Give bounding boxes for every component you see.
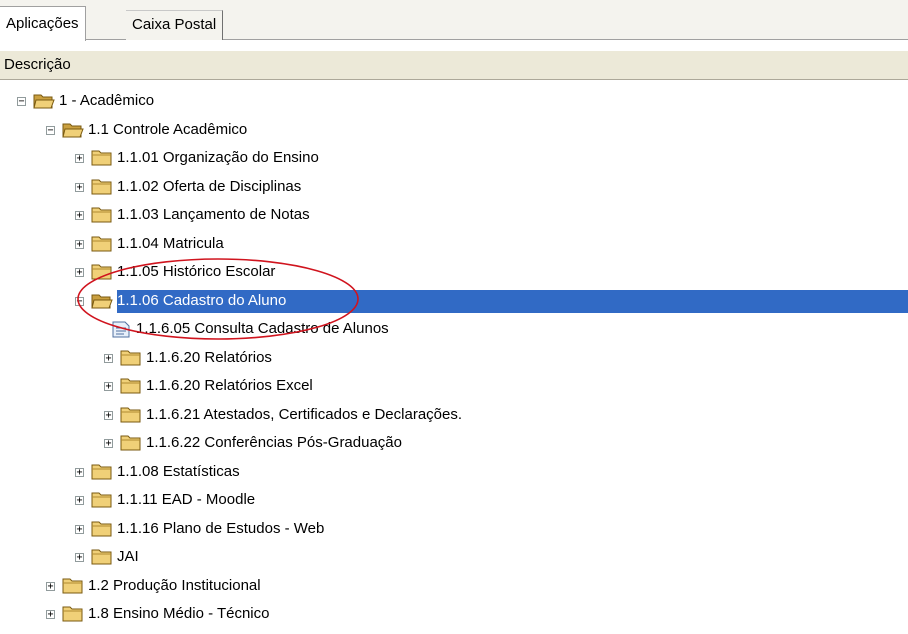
tree-item[interactable]: +1.1.6.20 Relatórios Excel xyxy=(0,372,908,400)
folder-icon xyxy=(120,376,142,396)
tree-item-label: 1.1.6.20 Relatórios xyxy=(146,348,272,366)
tree-item-label: 1 - Acadêmico xyxy=(59,92,155,109)
tree-item[interactable]: +1.1.16 Plano de Estudos - Web xyxy=(0,515,908,543)
tree-item[interactable]: +1.1.05 Histórico Escolar xyxy=(0,258,908,286)
expand-icon[interactable]: + xyxy=(104,353,113,363)
folder-icon xyxy=(91,148,113,168)
folder-icon xyxy=(62,576,84,596)
tree-item-label: 1.1.02 Oferta de Disciplinas xyxy=(117,177,302,195)
collapse-icon[interactable]: − xyxy=(17,97,26,107)
expand-icon[interactable]: + xyxy=(75,239,84,249)
folder-icon xyxy=(91,205,113,225)
expand-icon[interactable]: + xyxy=(75,154,84,164)
tab-caixa-postal[interactable]: Caixa Postal xyxy=(126,10,224,40)
tree-item-label: 1.2 Produção Institucional xyxy=(88,576,261,594)
folder-icon xyxy=(91,262,113,282)
document-icon xyxy=(110,319,132,339)
folder-icon xyxy=(91,462,113,482)
tree-item[interactable]: +1.1.6.21 Atestados, Certificados e Decl… xyxy=(0,401,908,429)
collapse-icon[interactable]: − xyxy=(75,296,84,306)
folder-icon xyxy=(120,348,142,368)
folder-icon xyxy=(91,490,113,510)
tree-item[interactable]: − 1.1 Controle Acadêmico xyxy=(0,116,908,144)
folder-open-icon xyxy=(62,120,84,140)
tree-item-label: 1.1.6.05 Consulta Cadastro de Alunos xyxy=(136,320,389,337)
tree-item-label: 1.1.11 EAD - Moodle xyxy=(117,491,256,508)
expand-icon[interactable]: + xyxy=(104,439,113,449)
folder-open-icon xyxy=(91,291,113,311)
tree-item[interactable]: +1.1.6.22 Conferências Pós-Graduação xyxy=(0,429,908,457)
tree-item[interactable]: +1.1.01 Organização do Ensino xyxy=(0,144,908,172)
folder-icon xyxy=(91,519,113,539)
folder-icon xyxy=(120,433,142,453)
expand-icon[interactable]: + xyxy=(75,524,84,534)
expand-icon[interactable]: + xyxy=(46,581,55,591)
tree-item-label: 1.1.04 Matricula xyxy=(117,234,224,252)
tab-bar: Aplicações Caixa Postal xyxy=(0,0,908,41)
tree-item[interactable]: +1.1.04 Matricula xyxy=(0,230,908,258)
expand-icon[interactable]: + xyxy=(75,268,84,278)
column-header-label: Descrição xyxy=(4,56,71,73)
tree-item[interactable]: +1.1.02 Oferta de Disciplinas xyxy=(0,173,908,201)
collapse-icon[interactable]: − xyxy=(46,125,55,135)
tree-item-label: 1.1.6.22 Conferências Pós-Graduação xyxy=(146,434,402,451)
tree-item-label: 1.1.16 Plano de Estudos - Web xyxy=(117,519,325,537)
expand-icon[interactable]: + xyxy=(104,382,113,392)
tree-item-label: 1.1.03 Lançamento de Notas xyxy=(117,206,310,223)
expand-icon[interactable]: + xyxy=(75,467,84,477)
folder-open-icon xyxy=(33,91,55,111)
tree-view[interactable]: − 1 - Acadêmico − 1.1 Controle Acadêmico +1.… xyxy=(0,84,908,622)
folder-icon xyxy=(62,604,84,624)
tree-item[interactable]: − 1.1.06 Cadastro do Aluno xyxy=(0,287,908,315)
tree-item-label: 1.1.05 Histórico Escolar xyxy=(117,263,276,280)
folder-icon xyxy=(91,234,113,254)
expand-icon[interactable]: + xyxy=(46,610,55,620)
tree-item[interactable]: + JAI xyxy=(0,543,908,571)
tree-item-label: 1.1.06 Cadastro do Aluno xyxy=(117,291,287,309)
tree-item-label: 1.1.6.21 Atestados, Certificados e Decla… xyxy=(146,405,463,423)
column-header-descricao[interactable]: Descrição xyxy=(0,50,908,80)
tree-item[interactable]: +1.8 Ensino Médio - Técnico xyxy=(0,600,908,628)
tab-label: Caixa Postal xyxy=(132,16,217,33)
tree-item[interactable]: − 1 - Acadêmico xyxy=(0,87,908,115)
tree-item[interactable]: +1.2 Produção Institucional xyxy=(0,572,908,600)
expand-icon[interactable]: + xyxy=(75,211,84,221)
tree-item[interactable]: +1.1.08 Estatísticas xyxy=(0,458,908,486)
tree-item[interactable]: +1.1.6.20 Relatórios xyxy=(0,344,908,372)
tree-item-label: 1.1.08 Estatísticas xyxy=(117,462,240,480)
tree-item-label: 1.1 Controle Acadêmico xyxy=(88,120,248,138)
tab-label: Aplicações xyxy=(6,15,79,32)
expand-icon[interactable]: + xyxy=(75,496,84,506)
folder-icon xyxy=(91,547,113,567)
tree-item-label: JAI xyxy=(117,548,139,565)
expand-icon[interactable]: + xyxy=(104,410,113,420)
folder-icon xyxy=(91,177,113,197)
tree-item-label: 1.1.01 Organização do Ensino xyxy=(117,149,319,166)
expand-icon[interactable]: + xyxy=(75,182,84,192)
expand-icon[interactable]: + xyxy=(75,553,84,563)
tree-item-label: 1.1.6.20 Relatórios Excel xyxy=(146,377,313,394)
tree-item[interactable]: +1.1.03 Lançamento de Notas xyxy=(0,201,908,229)
tree-item[interactable]: +1.1.11 EAD - Moodle xyxy=(0,486,908,514)
tree-item-label: 1.8 Ensino Médio - Técnico xyxy=(88,605,270,622)
tab-aplicacoes[interactable]: Aplicações xyxy=(0,6,86,41)
folder-icon xyxy=(120,405,142,425)
tree-item[interactable]: 1.1.6.05 Consulta Cadastro de Alunos xyxy=(0,315,908,343)
